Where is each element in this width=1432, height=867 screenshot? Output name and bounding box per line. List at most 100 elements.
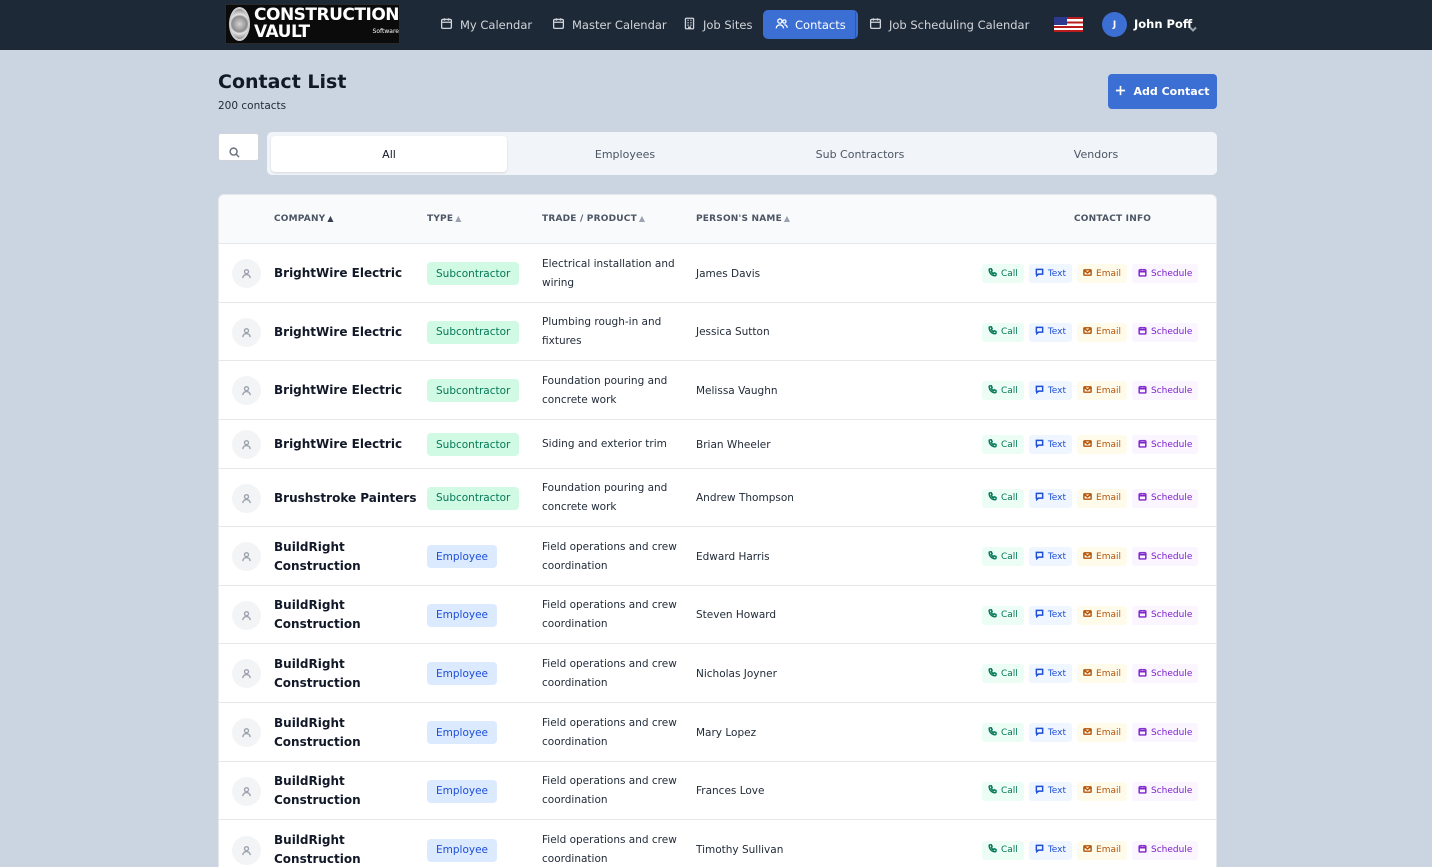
call-button[interactable]: Call bbox=[982, 664, 1024, 683]
email-button[interactable]: Email bbox=[1077, 322, 1127, 342]
mail-icon bbox=[1083, 268, 1092, 280]
schedule-button[interactable]: Schedule bbox=[1132, 840, 1199, 860]
add-contact-button[interactable]: Add Contact bbox=[1108, 74, 1217, 109]
nav-master-calendar[interactable]: Master Calendar bbox=[540, 10, 679, 39]
schedule-button[interactable]: Schedule bbox=[1132, 322, 1199, 342]
company-name: BuildRight Construction bbox=[274, 833, 361, 866]
contact-actions: Call Text Email Schedule bbox=[982, 664, 1199, 683]
schedule-button[interactable]: Schedule bbox=[1132, 381, 1199, 400]
email-button[interactable]: Email bbox=[1077, 488, 1127, 508]
table-row[interactable]: BuildRight Construction Employee Field ope… bbox=[219, 644, 1216, 703]
calendar-icon bbox=[1138, 551, 1147, 563]
table-row[interactable]: BuildRight Construction Employee Field ope… bbox=[219, 703, 1216, 762]
construction-vault-logo[interactable]: CONSTRUCTION VAULT Software bbox=[225, 4, 400, 44]
tab-all[interactable]: All bbox=[271, 136, 507, 172]
contact-actions: Call Text Email Schedule bbox=[982, 605, 1199, 625]
person-name: Brian Wheeler bbox=[696, 438, 771, 451]
text-button[interactable]: Text bbox=[1028, 840, 1073, 860]
calendar-icon bbox=[1138, 668, 1147, 680]
call-button[interactable]: Call bbox=[982, 264, 1024, 283]
call-button[interactable]: Call bbox=[982, 840, 1024, 860]
column-header-trade[interactable]: TRADE / PRODUCT ▲ bbox=[542, 214, 645, 224]
email-button[interactable]: Email bbox=[1077, 381, 1127, 400]
email-button[interactable]: Email bbox=[1077, 435, 1127, 454]
call-button[interactable]: Call bbox=[982, 605, 1024, 625]
message-icon bbox=[1035, 785, 1044, 797]
schedule-button[interactable]: Schedule bbox=[1132, 264, 1199, 283]
tab-sub-contractors[interactable]: Sub Contractors bbox=[742, 136, 978, 172]
schedule-button[interactable]: Schedule bbox=[1132, 488, 1199, 508]
person-name: James Davis bbox=[696, 267, 761, 280]
message-icon bbox=[1035, 844, 1044, 856]
call-button[interactable]: Call bbox=[982, 488, 1024, 508]
text-button[interactable]: Text bbox=[1028, 322, 1073, 342]
email-button[interactable]: Email bbox=[1077, 664, 1127, 683]
text-button[interactable]: Text bbox=[1028, 781, 1073, 801]
table-row[interactable]: BrightWire Electric Subcontractor Foundati… bbox=[219, 361, 1216, 420]
email-button[interactable]: Email bbox=[1077, 840, 1127, 860]
text-button[interactable]: Text bbox=[1028, 605, 1073, 625]
tab-vendors[interactable]: Vendors bbox=[978, 136, 1214, 172]
person-name: Timothy Sullivan bbox=[696, 844, 784, 856]
nav-label: Job Sites bbox=[703, 17, 753, 32]
call-button[interactable]: Call bbox=[982, 723, 1024, 742]
schedule-button[interactable]: Schedule bbox=[1132, 547, 1199, 566]
nav-my-calendar[interactable]: My Calendar bbox=[428, 10, 544, 39]
column-header-type[interactable]: TYPE ▲ bbox=[427, 214, 462, 224]
contact-type-tabs: All Employees Sub Contractors Vendors bbox=[267, 132, 1217, 175]
text-button[interactable]: Text bbox=[1028, 381, 1073, 400]
chevron-down-icon[interactable] bbox=[1188, 19, 1198, 32]
nav-contacts[interactable]: Contacts bbox=[763, 10, 858, 39]
tab-employees[interactable]: Employees bbox=[507, 136, 743, 172]
user-avatar[interactable]: J bbox=[1102, 12, 1127, 37]
schedule-button[interactable]: Schedule bbox=[1132, 664, 1199, 683]
us-flag-icon[interactable] bbox=[1054, 17, 1083, 32]
phone-icon bbox=[988, 785, 997, 797]
email-button[interactable]: Email bbox=[1077, 723, 1127, 742]
email-button[interactable]: Email bbox=[1077, 547, 1127, 566]
table-row[interactable]: BrightWire Electric Subcontractor Siding a… bbox=[219, 420, 1216, 469]
schedule-button[interactable]: Schedule bbox=[1132, 605, 1199, 625]
schedule-button[interactable]: Schedule bbox=[1132, 723, 1199, 742]
table-row[interactable]: Brushstroke Painters Subcontractor Foundat… bbox=[219, 469, 1216, 527]
nav-label: My Calendar bbox=[460, 17, 533, 32]
column-header-person[interactable]: PERSON'S NAME ▲ bbox=[696, 214, 790, 224]
email-button[interactable]: Email bbox=[1077, 264, 1127, 283]
call-button[interactable]: Call bbox=[982, 435, 1024, 454]
type-badge: Employee bbox=[427, 838, 498, 862]
call-button[interactable]: Call bbox=[982, 322, 1024, 342]
text-button[interactable]: Text bbox=[1028, 664, 1073, 683]
text-button[interactable]: Text bbox=[1028, 547, 1073, 566]
mail-icon bbox=[1083, 439, 1092, 451]
phone-icon bbox=[988, 609, 997, 621]
schedule-button[interactable]: Schedule bbox=[1132, 781, 1199, 801]
search-input[interactable] bbox=[218, 133, 259, 161]
call-button[interactable]: Call bbox=[982, 781, 1024, 801]
text-button[interactable]: Text bbox=[1028, 264, 1073, 283]
nav-job-scheduling-calendar[interactable]: Job Scheduling Calendar bbox=[857, 10, 1041, 39]
nav-job-sites[interactable]: Job Sites bbox=[671, 10, 764, 39]
call-button[interactable]: Call bbox=[982, 381, 1024, 400]
call-button[interactable]: Call bbox=[982, 547, 1024, 566]
table-row[interactable]: BrightWire Electric Subcontractor Electric… bbox=[219, 244, 1216, 303]
table-row[interactable]: BrightWire Electric Subcontractor Plumbing… bbox=[219, 303, 1216, 361]
table-row[interactable]: BuildRight Construction Employee Field ope… bbox=[219, 820, 1216, 867]
text-button[interactable]: Text bbox=[1028, 435, 1073, 454]
email-button[interactable]: Email bbox=[1077, 605, 1127, 625]
table-row[interactable]: BuildRight Construction Employee Field ope… bbox=[219, 586, 1216, 644]
table-row[interactable]: BuildRight Construction Employee Field ope… bbox=[219, 527, 1216, 586]
contact-avatar-icon bbox=[232, 718, 261, 747]
message-icon bbox=[1035, 727, 1044, 739]
schedule-button[interactable]: Schedule bbox=[1132, 435, 1199, 454]
text-button[interactable]: Text bbox=[1028, 488, 1073, 508]
message-icon bbox=[1035, 439, 1044, 451]
column-header-company[interactable]: COMPANY ▲ bbox=[274, 214, 334, 224]
sort-asc-icon: ▲ bbox=[327, 214, 334, 223]
user-name[interactable]: John Poff bbox=[1134, 17, 1192, 31]
table-row[interactable]: BuildRight Construction Employee Field ope… bbox=[219, 762, 1216, 820]
type-badge: Employee bbox=[427, 603, 498, 627]
contact-avatar-icon bbox=[232, 430, 261, 459]
contact-actions: Call Text Email Schedule bbox=[982, 840, 1199, 860]
email-button[interactable]: Email bbox=[1077, 781, 1127, 801]
text-button[interactable]: Text bbox=[1028, 723, 1073, 742]
